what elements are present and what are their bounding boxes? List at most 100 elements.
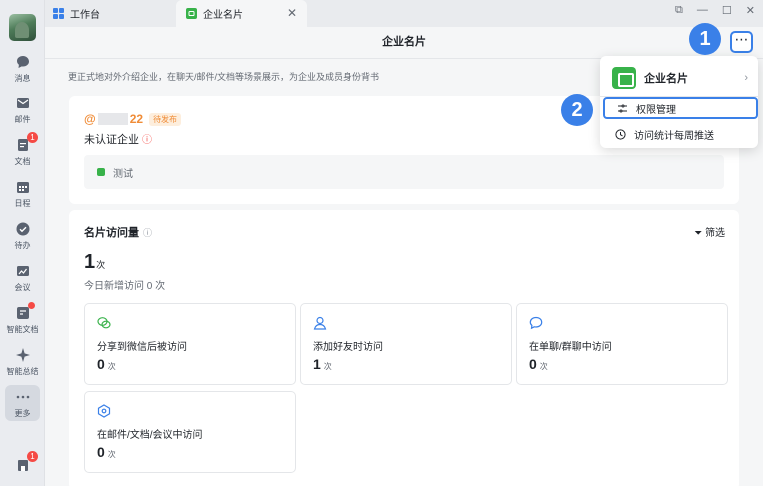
mail-icon bbox=[16, 98, 29, 108]
sidebar-item-label: 会议 bbox=[14, 283, 31, 292]
step-marker-1: 1 bbox=[689, 23, 721, 55]
stat-label: 分享到微信后被访问 bbox=[97, 342, 187, 353]
stat-wechat-share: 分享到微信后被访问 0次 bbox=[84, 303, 296, 385]
stat-label: 在单聊/群聊中访问 bbox=[529, 342, 612, 353]
business-card-icon bbox=[186, 8, 197, 19]
sliders-icon bbox=[618, 104, 627, 112]
tab-bar: 工作台 企业名片 ✕ ⧉ — ☐ ✕ bbox=[45, 0, 763, 27]
visit-stats-card: 名片访问量 ⓘ ⏷ 筛选 1次 今日新增访问 0 次 分享到微信后被访问 0次 添… bbox=[69, 210, 739, 486]
menu-item-label: 访问统计每周推送 bbox=[634, 130, 714, 142]
chat-icon bbox=[529, 316, 543, 330]
stat-label: 在邮件/文档/会议中访问 bbox=[97, 430, 203, 441]
stats-title-text: 名片访问量 bbox=[84, 227, 139, 239]
grid-icon bbox=[53, 8, 64, 19]
chevron-right-icon: › bbox=[744, 72, 748, 84]
clock-icon bbox=[615, 128, 626, 140]
sidebar-item-label: 文档 bbox=[14, 157, 31, 166]
total-visits: 1次 bbox=[84, 251, 105, 274]
sidebar-item-messages[interactable]: 消息 bbox=[0, 54, 45, 92]
sidebar-item-label: 智能文档 bbox=[6, 325, 39, 334]
sidebar-item-docs[interactable]: 1 文档 bbox=[0, 132, 45, 175]
intro-text: 更正式地对外介绍企业，在聊天/邮件/文档等场景展示，为企业及成员身份背书 bbox=[68, 72, 380, 82]
app-link-icon bbox=[97, 404, 111, 418]
filter-label: 筛选 bbox=[705, 228, 725, 239]
sidebar-item-calendar[interactable]: 日程 bbox=[0, 179, 45, 217]
sidebar-item-label: 消息 bbox=[14, 74, 31, 83]
help-icon[interactable]: ⓘ bbox=[142, 135, 152, 146]
page-title: 企业名片 bbox=[45, 27, 763, 59]
stat-value: 0次 bbox=[97, 444, 116, 460]
stat-mail-doc-meeting: 在邮件/文档/会议中访问 0次 bbox=[84, 391, 296, 473]
smart-docs-dot bbox=[28, 302, 35, 309]
sidebar: 消息 邮件 1 文档 日程 待办 会议 智能文档 智能总结 更多 1 bbox=[0, 0, 45, 486]
sidebar-item-smart-summary[interactable]: 智能总结 bbox=[0, 347, 45, 385]
business-card-logo-icon bbox=[612, 67, 636, 89]
maximize-icon[interactable]: ☐ bbox=[722, 4, 732, 17]
meeting-icon bbox=[16, 266, 29, 276]
stat-value-number: 1 bbox=[313, 356, 321, 372]
menu-head-label: 企业名片 bbox=[644, 73, 688, 85]
tab-business-card[interactable]: 企业名片 ✕ bbox=[176, 0, 307, 27]
sidebar-item-label: 日程 bbox=[14, 199, 31, 208]
certification-status: 未认证企业 ⓘ bbox=[84, 131, 152, 147]
pin-window-icon[interactable]: ⧉ bbox=[675, 4, 683, 17]
total-value: 1 bbox=[84, 251, 96, 273]
handle-prefix: @ bbox=[84, 112, 96, 126]
calendar-icon bbox=[16, 182, 29, 193]
close-window-icon[interactable]: ✕ bbox=[746, 4, 755, 17]
person-icon bbox=[313, 316, 327, 330]
stat-value: 0次 bbox=[97, 356, 116, 372]
sidebar-item-label: 待办 bbox=[14, 241, 31, 250]
sidebar-item-admin[interactable]: 1 bbox=[0, 451, 45, 486]
admin-badge: 1 bbox=[27, 451, 38, 462]
tab-label: 企业名片 bbox=[203, 10, 243, 21]
stat-label: 添加好友时访问 bbox=[313, 342, 383, 353]
step-marker-2: 2 bbox=[561, 94, 593, 126]
sidebar-item-mail[interactable]: 邮件 bbox=[0, 95, 45, 133]
stat-value-number: 0 bbox=[529, 356, 537, 372]
card-content-box[interactable]: 测试 bbox=[84, 155, 724, 189]
menu-item-weekly-stats[interactable]: 访问统计每周推送 bbox=[603, 123, 758, 145]
stat-chat: 在单聊/群聊中访问 0次 bbox=[516, 303, 728, 385]
more-options-menu: 企业名片 › 权限管理 访问统计每周推送 bbox=[600, 56, 758, 148]
menu-item-label: 权限管理 bbox=[636, 104, 676, 116]
stat-add-friend: 添加好友时访问 1次 bbox=[300, 303, 512, 385]
chat-bubble-icon bbox=[16, 56, 29, 68]
uncertified-label: 未认证企业 bbox=[84, 134, 139, 146]
stats-title: 名片访问量 ⓘ bbox=[84, 224, 152, 240]
more-options-button[interactable]: ⋯ bbox=[730, 31, 753, 53]
sidebar-item-label: 智能总结 bbox=[6, 367, 39, 376]
sidebar-item-smart-docs[interactable]: 智能文档 bbox=[0, 302, 45, 343]
sidebar-item-more[interactable]: 更多 bbox=[5, 385, 40, 421]
menu-business-card-header[interactable]: 企业名片 › bbox=[612, 64, 748, 92]
sidebar-item-todo[interactable]: 待办 bbox=[0, 221, 45, 259]
sidebar-item-meeting[interactable]: 会议 bbox=[0, 263, 45, 301]
filter-icon: ⏷ bbox=[694, 228, 703, 239]
stat-value: 1次 bbox=[313, 356, 332, 372]
menu-item-permissions[interactable]: 权限管理 bbox=[603, 97, 758, 119]
handle-suffix: 22 bbox=[129, 112, 144, 126]
window-controls: ⧉ — ☐ ✕ bbox=[675, 0, 755, 20]
minimize-icon[interactable]: — bbox=[697, 4, 708, 16]
tab-workbench[interactable]: 工作台 bbox=[45, 0, 175, 27]
tag-icon bbox=[97, 168, 105, 176]
user-avatar[interactable] bbox=[9, 14, 36, 41]
stat-unit: 次 bbox=[539, 362, 548, 371]
sparkle-icon bbox=[15, 348, 30, 362]
close-icon[interactable]: ✕ bbox=[287, 6, 297, 20]
company-handle: @ 22 待发布 bbox=[84, 112, 182, 126]
sidebar-item-label: 邮件 bbox=[14, 115, 31, 124]
stat-value-number: 0 bbox=[97, 356, 105, 372]
docs-badge: 1 bbox=[27, 132, 38, 143]
tab-label: 工作台 bbox=[70, 10, 100, 21]
today-visits: 今日新增访问 0 次 bbox=[84, 281, 166, 292]
filter-button[interactable]: ⏷ 筛选 bbox=[694, 224, 725, 239]
stat-value-number: 0 bbox=[97, 444, 105, 460]
stat-value: 0次 bbox=[529, 356, 548, 372]
redacted-text bbox=[97, 113, 128, 125]
total-unit: 次 bbox=[96, 260, 106, 270]
info-icon[interactable]: ⓘ bbox=[143, 228, 152, 238]
test-label: 测试 bbox=[113, 168, 133, 180]
wechat-icon bbox=[97, 317, 111, 329]
check-circle-icon bbox=[16, 222, 29, 236]
